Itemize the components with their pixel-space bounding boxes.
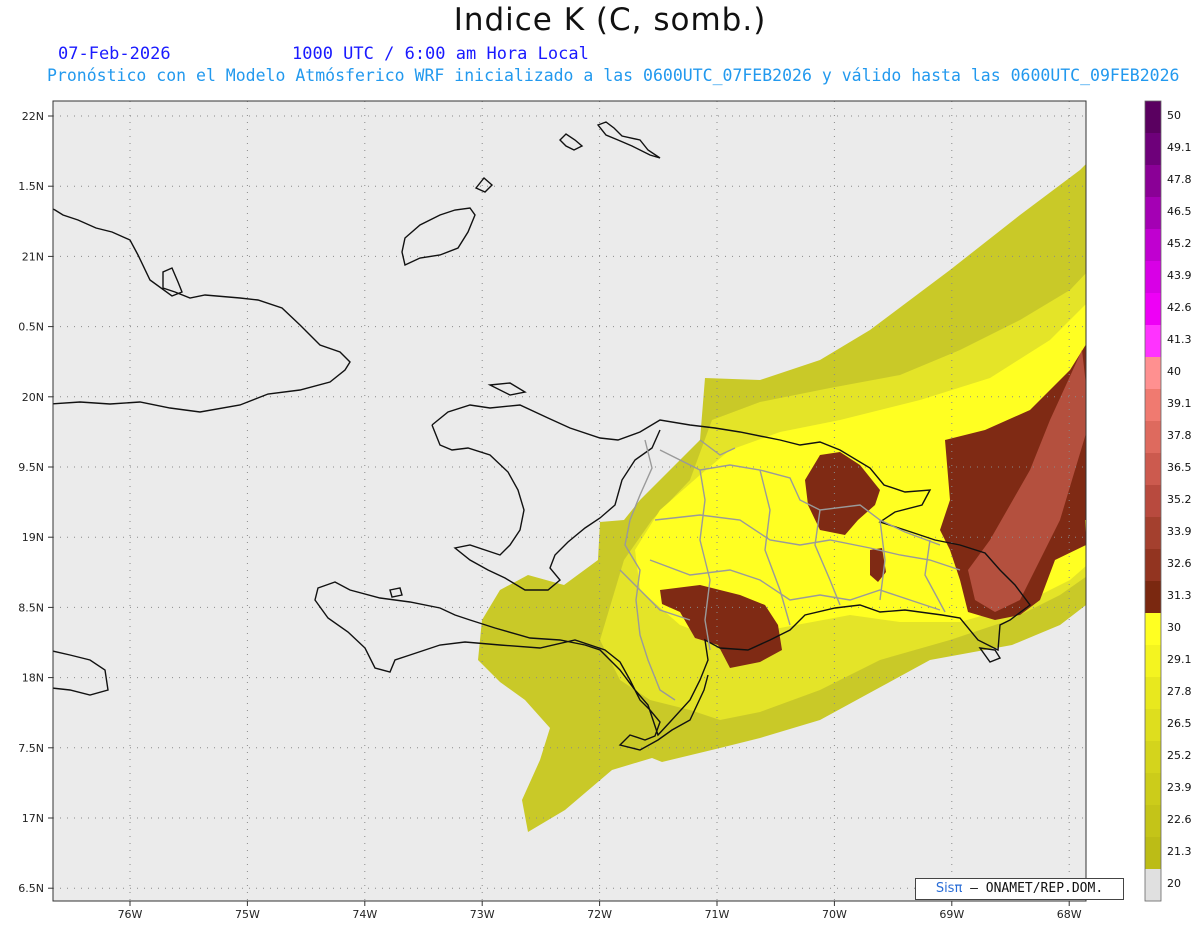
colorbar-swatch — [1145, 133, 1161, 166]
colorbar-label: 37.8 — [1167, 429, 1192, 442]
colorbar-label: 27.8 — [1167, 685, 1192, 698]
lon-label: 72W — [587, 908, 612, 921]
colorbar-label: 20 — [1167, 877, 1181, 890]
colorbar-swatch — [1145, 421, 1161, 454]
lon-label: 74W — [352, 908, 377, 921]
colorbar-swatch — [1145, 517, 1161, 550]
colorbar-swatch — [1145, 389, 1161, 422]
colorbar-label: 31.3 — [1167, 589, 1192, 602]
colorbar-label: 41.3 — [1167, 333, 1192, 346]
lon-label: 73W — [470, 908, 495, 921]
colorbar-swatch — [1145, 837, 1161, 870]
colorbar-swatch — [1145, 485, 1161, 518]
colorbar-swatch — [1145, 325, 1161, 358]
colorbar-label: 22.6 — [1167, 813, 1192, 826]
colorbar-swatch — [1145, 229, 1161, 262]
lat-label: 17N — [22, 812, 44, 825]
colorbar-label: 35.2 — [1167, 493, 1192, 506]
lat-label: 1.5N — [18, 180, 44, 193]
colorbar-swatch — [1145, 773, 1161, 806]
sispi-brand: Sisπ — [935, 881, 963, 896]
credit-text: – ONAMET/REP.DOM. — [962, 881, 1104, 896]
colorbar-label: 30 — [1167, 621, 1181, 634]
lat-label: 18N — [22, 672, 44, 685]
lon-label: 71W — [705, 908, 730, 921]
lat-label: 19N — [22, 531, 44, 544]
colorbar-label: 21.3 — [1167, 845, 1192, 858]
colorbar-label: 46.5 — [1167, 205, 1192, 218]
lat-label: 20N — [22, 391, 44, 404]
colorbar-swatch — [1145, 613, 1161, 646]
colorbar-label: 47.8 — [1167, 173, 1192, 186]
colorbar-swatch — [1145, 293, 1161, 326]
colorbar-label: 42.6 — [1167, 301, 1192, 314]
lat-label: 21N — [22, 250, 44, 263]
colorbar-swatch — [1145, 869, 1161, 902]
colorbar-swatch — [1145, 709, 1161, 742]
lat-label: 22N — [22, 110, 44, 123]
colorbar-label: 29.1 — [1167, 653, 1192, 666]
lon-label: 68W — [1057, 908, 1082, 921]
colorbar-swatch — [1145, 549, 1161, 582]
colorbar-label: 25.2 — [1167, 749, 1192, 762]
colorbar-label: 45.2 — [1167, 237, 1192, 250]
colorbar-swatch — [1145, 677, 1161, 710]
colorbar-swatch — [1145, 197, 1161, 230]
colorbar-label: 49.1 — [1167, 141, 1192, 154]
forecast-map: 76W 75W 74W 73W 72W 71W 70W 69W 68W 22N 1.5N 21N 0.5… — [18, 100, 1192, 921]
lon-label: 70W — [822, 908, 847, 921]
colorbar-label: 40 — [1167, 365, 1181, 378]
k-index-colorbar: 50 49.1 47.8 46.5 45.2 43.9 42.6 41.3 40 39.1 37.8… — [1144, 100, 1192, 902]
colorbar-swatch — [1145, 453, 1161, 486]
lat-label: 6.5N — [18, 882, 44, 895]
colorbar-swatch — [1145, 261, 1161, 294]
colorbar-swatch — [1145, 645, 1161, 678]
lon-label: 75W — [235, 908, 260, 921]
colorbar-swatch — [1145, 357, 1161, 390]
lon-label: 76W — [118, 908, 143, 921]
colorbar-label: 39.1 — [1167, 397, 1192, 410]
colorbar-swatch — [1145, 805, 1161, 838]
colorbar-label: 50 — [1167, 109, 1181, 122]
colorbar-swatch — [1145, 165, 1161, 198]
colorbar-label: 33.9 — [1167, 525, 1192, 538]
lat-label: 7.5N — [18, 742, 44, 755]
lat-label: 8.5N — [18, 601, 44, 614]
lat-label: 0.5N — [18, 321, 44, 334]
colorbar-swatch — [1145, 741, 1161, 774]
colorbar-swatch — [1145, 101, 1161, 134]
credit-box: Sisπ – ONAMET/REP.DOM. — [915, 878, 1124, 900]
colorbar-swatch — [1145, 581, 1161, 614]
colorbar-label: 43.9 — [1167, 269, 1192, 282]
colorbar-label: 36.5 — [1167, 461, 1192, 474]
colorbar-label: 23.9 — [1167, 781, 1192, 794]
lon-label: 69W — [939, 908, 964, 921]
colorbar-label: 26.5 — [1167, 717, 1192, 730]
colorbar-label: 32.6 — [1167, 557, 1192, 570]
lat-label: 9.5N — [18, 461, 44, 474]
